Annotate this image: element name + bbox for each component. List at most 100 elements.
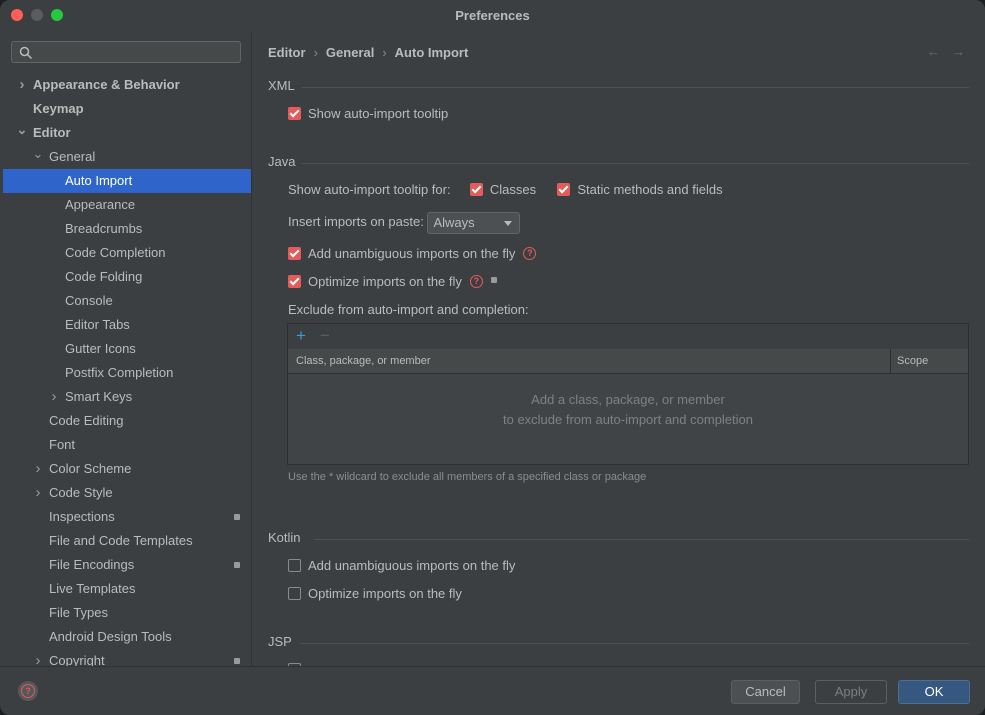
sidebar-item-gutter-icons[interactable]: Gutter Icons [3,337,251,361]
sidebar-item-label: Editor Tabs [65,317,130,332]
sidebar-item-appearance[interactable]: Appearance [3,193,251,217]
chevron-right-icon[interactable]: › [48,385,60,409]
help-icon[interactable]: ? [469,275,483,289]
sidebar-item-label: File Encodings [49,557,135,572]
sidebar-item-label: Postfix Completion [65,365,174,380]
sidebar-item-label: File and Code Templates [49,533,193,548]
sidebar-item-auto-import[interactable]: Auto Import [3,169,251,193]
sidebar-item-file-encodings[interactable]: File Encodings [3,553,251,577]
sidebar-item-keymap[interactable]: Keymap [3,97,251,121]
sidebar-item-label: Code Style [49,485,113,500]
exclude-label: Exclude from auto-import and completion: [288,302,529,317]
dropdown-value: Always [433,214,475,230]
checkbox-checked-icon[interactable] [469,183,483,197]
ok-button[interactable]: OK [898,680,970,704]
xml-show-tooltip-checkbox[interactable]: Show auto-import tooltip [288,104,448,124]
sidebar-item-editor[interactable]: ⌄ Editor [3,121,251,145]
sidebar-item-label: Appearance [65,197,136,212]
project-scope-icon [490,276,497,283]
java-static-methods-checkbox[interactable]: Static methods and fields [557,182,723,197]
java-add-unambiguous-checkbox[interactable]: Add unambiguous imports on the fly? [288,244,537,264]
breadcrumb: Editor › General › Auto Import [268,45,468,60]
chevron-right-icon[interactable]: › [32,649,44,666]
kotlin-add-unambiguous-checkbox[interactable]: Add unambiguous imports on the fly [288,556,515,576]
section-divider [302,87,969,88]
sidebar-item-postfix-completion[interactable]: Postfix Completion [3,361,251,385]
sidebar-item-color-scheme[interactable]: › Color Scheme [3,457,251,481]
sidebar-item-label: Code Editing [49,413,124,428]
search-icon [19,46,33,60]
insert-on-paste-dropdown[interactable]: Always [427,211,521,234]
sidebar-item-file-and-code-templates[interactable]: File and Code Templates [3,529,251,553]
section-divider [302,163,969,164]
column-header-class[interactable]: Class, package, or member [296,349,431,373]
sidebar-item-code-completion[interactable]: Code Completion [3,241,251,265]
sidebar-item-smart-keys[interactable]: › Smart Keys [3,385,251,409]
sidebar-item-file-types[interactable]: File Types [3,601,251,625]
cancel-button[interactable]: Cancel [731,680,800,704]
checkbox-checked-icon[interactable] [288,275,301,289]
sidebar-item-label: File Types [49,605,109,620]
sidebar-item-label: Keymap [33,101,84,116]
tooltip-for-label: Show auto-import tooltip for: [288,182,451,197]
checkbox-checked-icon[interactable] [288,107,301,121]
sidebar-item-code-folding[interactable]: Code Folding [3,265,251,289]
sidebar-item-label: Gutter Icons [65,341,136,356]
chevron-down-icon[interactable]: ⌄ [32,145,44,169]
kotlin-optimize-imports-checkbox[interactable]: Optimize imports on the fly [288,584,462,604]
title-bar: Preferences [0,0,985,32]
exclude-table: + − Class, package, or member Scope Add … [287,323,969,465]
jsp-section: JSP [268,634,969,654]
checkbox-unchecked-icon[interactable] [288,559,301,573]
sidebar-item-label: Font [49,437,76,452]
java-classes-checkbox[interactable]: Classes [469,182,536,197]
breadcrumb-separator-icon: › [382,45,387,60]
arrow-left-icon[interactable]: ← [927,44,940,59]
sidebar-item-label: Breadcrumbs [65,221,143,236]
breadcrumb-item-general[interactable]: General [326,45,374,60]
breadcrumb-item-editor[interactable]: Editor [268,45,306,60]
help-icon[interactable]: ? [523,247,537,261]
settings-search-input[interactable] [11,41,241,63]
dialog-footer: ? Cancel Apply OK [0,666,985,715]
sidebar-item-console[interactable]: Console [3,289,251,313]
apply-button[interactable]: Apply [815,680,887,704]
column-header-scope[interactable]: Scope [897,349,928,373]
remove-icon[interactable]: − [320,326,330,346]
auto-import-panel: Editor › General › Auto Import ← → XML Show a… [252,32,985,666]
checkbox-unchecked-icon[interactable] [288,587,301,601]
section-title-xml: XML [268,78,295,93]
column-separator[interactable] [890,349,891,373]
history-navigation: ← → [915,44,965,59]
checkbox-checked-icon[interactable] [557,183,571,197]
checkbox-checked-icon[interactable] [288,247,301,261]
sidebar-item-label: Auto Import [65,173,133,188]
sidebar-item-font[interactable]: Font [3,433,251,457]
table-body[interactable]: Add a class, package, or member to exclu… [288,374,968,464]
sidebar-item-android-design-tools[interactable]: Android Design Tools [3,625,251,649]
help-icon: ? [21,684,35,698]
xml-section: XML [268,78,969,98]
sidebar-item-copyright[interactable]: › Copyright [3,649,251,666]
java-optimize-imports-checkbox[interactable]: Optimize imports on the fly? [288,272,497,292]
sidebar-item-breadcrumbs[interactable]: Breadcrumbs [3,217,251,241]
chevron-right-icon[interactable]: › [32,457,44,481]
settings-tree-sidebar: › Appearance & Behavior Keymap ⌄ Editor ⌄ Gene… [3,32,251,666]
chevron-down-icon [504,220,513,226]
arrow-right-icon[interactable]: → [952,44,965,59]
sidebar-item-live-templates[interactable]: Live Templates [3,577,251,601]
sidebar-item-appearance-behavior[interactable]: › Appearance & Behavior [3,73,251,97]
chevron-right-icon[interactable]: › [16,73,28,97]
help-button[interactable]: ? [18,681,38,701]
chevron-down-icon[interactable]: ⌄ [16,121,28,145]
sidebar-item-inspections[interactable]: Inspections [3,505,251,529]
sidebar-item-editor-tabs[interactable]: Editor Tabs [3,313,251,337]
chevron-right-icon[interactable]: › [32,481,44,505]
add-icon[interactable]: + [296,326,306,346]
sidebar-item-general[interactable]: ⌄ General [3,145,251,169]
table-toolbar: + − [288,324,968,350]
checkbox-label: Static methods and fields [577,182,723,197]
sidebar-item-code-editing[interactable]: Code Editing [3,409,251,433]
sidebar-item-code-style[interactable]: › Code Style [3,481,251,505]
table-header: Class, package, or member Scope [288,349,968,374]
